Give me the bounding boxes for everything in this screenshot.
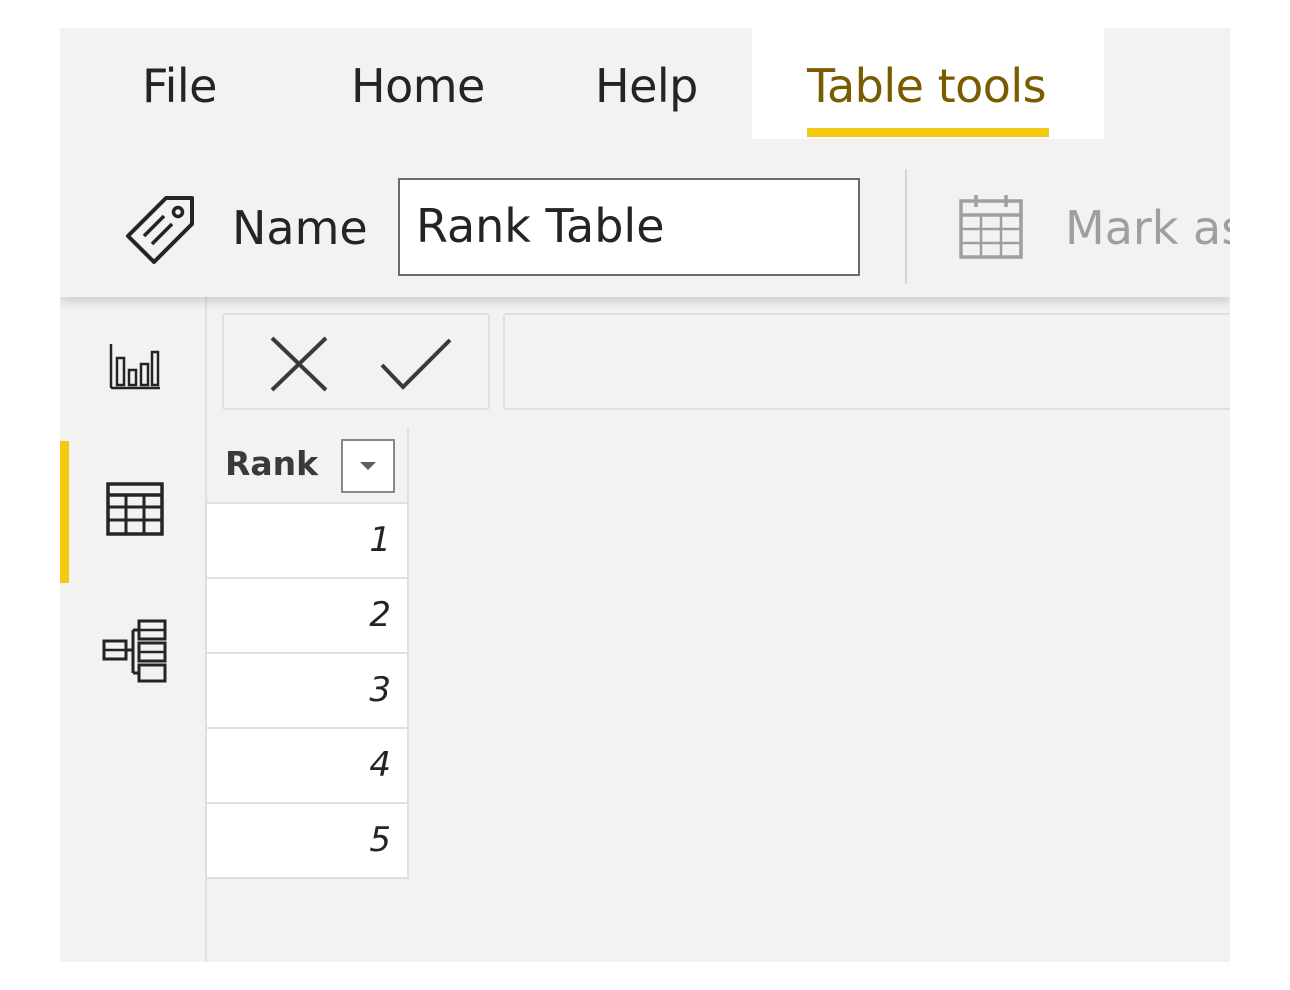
- tab-file[interactable]: File: [142, 28, 217, 139]
- column-header-rank[interactable]: Rank: [207, 428, 409, 504]
- tab-table-tools[interactable]: Table tools: [752, 28, 1104, 139]
- tab-help[interactable]: Help: [595, 28, 698, 139]
- model-icon: [99, 617, 171, 689]
- formula-actions: [222, 313, 490, 410]
- active-tab-underline: [807, 128, 1049, 137]
- mark-as-date-table-button[interactable]: Mark as: [1065, 195, 1230, 261]
- tab-home[interactable]: Home: [351, 28, 485, 139]
- table-icon: [105, 481, 165, 541]
- table-row[interactable]: 4: [207, 729, 409, 804]
- table-row[interactable]: 2: [207, 579, 409, 654]
- table-cell: 2: [369, 595, 391, 635]
- table-cell: 4: [369, 745, 391, 785]
- sidebar-item-data-view[interactable]: [90, 476, 180, 546]
- tag-icon: [122, 192, 198, 272]
- column-filter-button[interactable]: [341, 439, 395, 493]
- sidebar-active-indicator: [60, 441, 69, 583]
- close-icon[interactable]: [268, 335, 330, 397]
- table-row[interactable]: 1: [207, 504, 409, 579]
- name-label: Name: [232, 201, 368, 255]
- ribbon-divider: [905, 169, 907, 284]
- check-icon[interactable]: [379, 337, 453, 395]
- table-row[interactable]: 3: [207, 654, 409, 729]
- sidebar-item-model-view[interactable]: [90, 615, 180, 691]
- formula-input[interactable]: [503, 313, 1230, 410]
- table-cell: 3: [369, 670, 391, 710]
- app-window: File Home Help Table tools Name Rank Tab…: [60, 28, 1230, 962]
- table-cell: 1: [369, 520, 391, 560]
- calendar-icon: [955, 191, 1027, 267]
- column-header-label: Rank: [225, 444, 319, 483]
- ribbon-panel: Name Rank Table Mark as: [60, 139, 1230, 297]
- chevron-down-icon: [358, 457, 378, 476]
- table-row[interactable]: 5: [207, 804, 409, 879]
- bar-chart-icon: [108, 340, 162, 396]
- sidebar-item-report-view[interactable]: [90, 333, 180, 403]
- table-cell: 5: [369, 820, 391, 860]
- table-name-input[interactable]: Rank Table: [398, 178, 860, 276]
